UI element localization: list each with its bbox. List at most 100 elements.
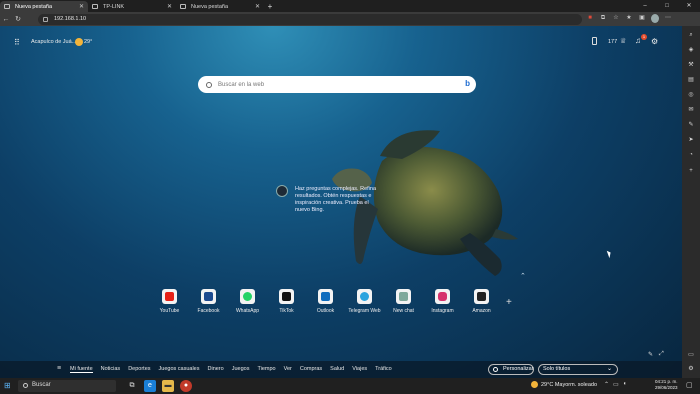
quick-link-tiktok[interactable]: TikTok bbox=[267, 289, 306, 314]
search-placeholder[interactable]: Buscar en la web bbox=[218, 82, 264, 88]
tab-strip: Nueva pestaña ✕ TP-LINK ✕ Nueva pestaña … bbox=[0, 0, 700, 12]
close-tab-icon[interactable]: ✕ bbox=[255, 3, 260, 10]
close-tab-icon[interactable]: ✕ bbox=[79, 3, 84, 10]
taskbar-search[interactable]: Buscar bbox=[18, 380, 116, 392]
personalize-button[interactable]: Personalizar bbox=[488, 364, 534, 375]
extension-icon[interactable]: ■ bbox=[586, 14, 594, 23]
feed-item-dinero[interactable]: Dinero bbox=[208, 366, 224, 373]
close-window-button[interactable]: ✕ bbox=[678, 0, 700, 12]
edge-icon[interactable]: e bbox=[144, 380, 156, 392]
feed-item-tiempo[interactable]: Tiempo bbox=[257, 366, 275, 373]
phone-icon[interactable] bbox=[592, 37, 597, 45]
feed-item-compras[interactable]: Compras bbox=[300, 366, 322, 373]
tab-nueva-pestana-2[interactable]: Nueva pestaña ✕ bbox=[176, 1, 264, 12]
chevron-down-icon: ⌄ bbox=[606, 366, 612, 372]
chrome-icon[interactable]: ● bbox=[180, 380, 192, 392]
chat-icon bbox=[396, 289, 411, 304]
weather-location[interactable]: Acapulco de Juá... bbox=[31, 39, 76, 45]
add-icon[interactable]: + bbox=[686, 166, 696, 176]
tab-nueva-pestana-1[interactable]: Nueva pestaña ✕ bbox=[0, 1, 88, 12]
favorites-icon[interactable]: ☆ bbox=[612, 14, 620, 23]
feed-item-mi-fuente[interactable]: Mi fuente bbox=[70, 366, 93, 373]
sidebar-settings-icon[interactable]: ⚙ bbox=[686, 364, 696, 374]
minimize-button[interactable]: – bbox=[634, 0, 656, 12]
chevron-up-icon[interactable]: ⌃ bbox=[604, 381, 609, 388]
tab-label: TP-LINK bbox=[103, 3, 125, 10]
quick-link-instagram[interactable]: Instagram bbox=[423, 289, 462, 314]
expand-icon[interactable]: ⤢ bbox=[659, 351, 664, 358]
edge-sidebar: ⌕ ◈ ⚒ ▤ ◎ ✉ ✎ ➤ ◔ + ▭ ⚙ bbox=[682, 26, 700, 378]
quick-link-label: Telegram Web bbox=[348, 308, 381, 314]
site-info-icon[interactable] bbox=[43, 16, 48, 22]
address-bar[interactable]: 192.168.1.10 bbox=[38, 13, 582, 25]
copilot-icon[interactable] bbox=[276, 185, 288, 197]
weather-temperature[interactable]: 29° bbox=[84, 39, 92, 45]
feed-layout-select[interactable]: Solo títulos ⌄ bbox=[538, 364, 618, 375]
quick-link-outlook[interactable]: Outlook bbox=[306, 289, 345, 314]
toolbar-icons: ■ ⧉ ☆ ★ ▣ ⋯ bbox=[586, 14, 672, 23]
feed-item-ver[interactable]: Ver bbox=[284, 366, 292, 373]
quick-link-whatsapp[interactable]: WhatsApp bbox=[228, 289, 267, 314]
rewards-points[interactable]: 177 bbox=[608, 39, 617, 45]
tab-label: Nueva pestaña bbox=[191, 3, 228, 10]
hide-sidebar-icon[interactable]: ▭ bbox=[686, 350, 696, 360]
personalize-label: Personalizar bbox=[503, 366, 534, 372]
feed-item-juegos[interactable]: Juegos bbox=[232, 366, 250, 373]
settings-gear-icon[interactable]: ⚙ bbox=[651, 37, 658, 46]
shopping-icon[interactable]: ◈ bbox=[686, 45, 696, 55]
feed-item-salud[interactable]: Salud bbox=[330, 366, 344, 373]
collections-icon[interactable]: ▣ bbox=[638, 14, 646, 23]
close-tab-icon[interactable]: ✕ bbox=[167, 3, 172, 10]
system-tray: ⌃ ▭ ◖ bbox=[604, 381, 626, 388]
extensions-icon[interactable]: ⧉ bbox=[599, 14, 607, 23]
quick-link-amazon[interactable]: Amazon bbox=[462, 289, 501, 314]
network-icon[interactable]: ▭ bbox=[613, 381, 619, 388]
windows-start-icon[interactable]: ⊞ bbox=[4, 381, 11, 390]
tools-icon[interactable]: ⚒ bbox=[686, 60, 696, 70]
edit-icon[interactable]: ✎ bbox=[686, 120, 696, 130]
sun-icon bbox=[75, 38, 83, 46]
feed-layout-value: Solo títulos bbox=[543, 366, 571, 372]
edit-background-icon[interactable]: ✎ bbox=[648, 351, 653, 358]
refresh-icon[interactable]: ↻ bbox=[12, 15, 24, 23]
web-search-box[interactable]: Buscar en la web b bbox=[198, 76, 476, 93]
chevron-up-icon[interactable]: ⌃ bbox=[520, 272, 526, 280]
copilot-prompt[interactable]: Haz preguntas complejas. Refina resultad… bbox=[295, 186, 385, 214]
feed-item-juegos-casuales[interactable]: Juegos casuales bbox=[159, 366, 200, 373]
search-icon[interactable]: ⌕ bbox=[686, 30, 696, 40]
quick-link-telegram-web[interactable]: Telegram Web bbox=[345, 289, 384, 314]
hamburger-menu-icon[interactable]: ≡ bbox=[57, 365, 61, 372]
outlook-icon[interactable]: ✉ bbox=[686, 105, 696, 115]
more-menu-icon[interactable]: ⋯ bbox=[664, 14, 672, 23]
games-icon[interactable]: ◎ bbox=[686, 90, 696, 100]
feed-item-trafico[interactable]: Tráfico bbox=[375, 366, 392, 373]
notifications-icon[interactable]: ▢ bbox=[686, 381, 693, 389]
profile-avatar[interactable] bbox=[651, 14, 659, 23]
maximize-button[interactable]: □ bbox=[656, 0, 678, 12]
volume-icon[interactable]: ◖ bbox=[623, 381, 627, 388]
quick-link-new-chat[interactable]: New chat bbox=[384, 289, 423, 314]
feed-item-noticias[interactable]: Noticias bbox=[101, 366, 121, 373]
tab-page-icon bbox=[92, 4, 98, 9]
back-icon[interactable]: ← bbox=[0, 16, 12, 23]
quick-link-youtube[interactable]: YouTube bbox=[150, 289, 189, 314]
favorites-bar-icon[interactable]: ★ bbox=[625, 14, 633, 23]
notification-icon[interactable]: ◔ bbox=[686, 150, 696, 160]
taskbar-clock[interactable]: 04:21 p. m. 29/06/2023 bbox=[655, 379, 678, 391]
bing-icon[interactable]: b bbox=[465, 79, 470, 88]
tab-tp-link[interactable]: TP-LINK ✕ bbox=[88, 1, 176, 12]
send-icon[interactable]: ➤ bbox=[686, 135, 696, 145]
browser-toolbar: ← ↻ 192.168.1.10 ■ ⧉ ☆ ★ ▣ ⋯ bbox=[0, 12, 700, 26]
task-view-icon[interactable]: ⧉ bbox=[126, 380, 138, 392]
trophy-icon[interactable]: ♕ bbox=[620, 37, 626, 45]
quick-link-facebook[interactable]: Facebook bbox=[189, 289, 228, 314]
office-icon[interactable]: ▤ bbox=[686, 75, 696, 85]
address-url[interactable]: 192.168.1.10 bbox=[54, 16, 86, 22]
file-explorer-icon[interactable]: ▬ bbox=[162, 380, 174, 392]
add-quick-link-button[interactable]: + bbox=[506, 297, 512, 308]
app-launcher-icon[interactable]: ⠿ bbox=[14, 38, 20, 47]
feed-item-viajes[interactable]: Viajes bbox=[352, 366, 367, 373]
new-tab-button[interactable]: + bbox=[264, 2, 276, 11]
feed-item-deportes[interactable]: Deportes bbox=[128, 366, 150, 373]
taskbar-weather[interactable]: 29°C Mayorm. soleado bbox=[541, 382, 597, 388]
